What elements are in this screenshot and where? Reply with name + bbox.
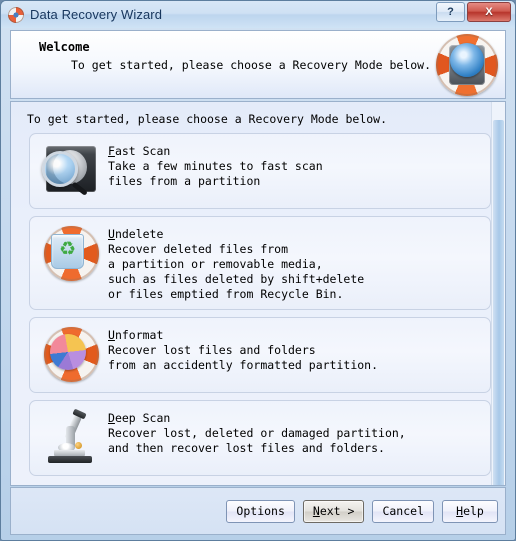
recovery-mode-desc-line: Recover lost files and folders xyxy=(108,343,316,357)
recovery-mode-desc-line: Recover deleted files from xyxy=(108,242,289,256)
accelerator-letter: H xyxy=(456,504,464,518)
life-ring-pie-chart-icon xyxy=(40,325,102,385)
microscope-icon xyxy=(40,408,102,468)
window-title: Data Recovery Wizard xyxy=(30,7,163,22)
recovery-mode-title: Fast Scan xyxy=(108,144,323,159)
help-button[interactable]: ? xyxy=(436,2,465,22)
window-controls: ? X xyxy=(436,2,511,22)
accelerator-letter: D xyxy=(108,411,115,425)
life-ring-recycle-bin-icon xyxy=(40,224,102,284)
recovery-mode-list: Fast Scan Take a few minutes to fast sca… xyxy=(29,133,491,481)
accelerator-letter: N xyxy=(312,504,320,518)
recovery-mode-deep-scan[interactable]: Deep Scan Recover lost, deleted or damag… xyxy=(29,400,491,476)
recovery-mode-desc-line: such as files deleted by shift+delete xyxy=(108,272,365,286)
footer-bar: Options Next > Cancel Help xyxy=(10,488,506,535)
help-footer-button[interactable]: Help xyxy=(442,499,498,523)
scrollbar-thumb[interactable] xyxy=(493,120,504,485)
recovery-mode-text: Undelete Recover deleted files from a pa… xyxy=(108,224,364,302)
hard-disk-magnifier-icon xyxy=(40,141,102,201)
content-panel: To get started, please choose a Recovery… xyxy=(10,101,506,486)
recovery-mode-desc-line: from an accidently formatted partition. xyxy=(108,358,379,372)
accelerator-letter: U xyxy=(108,227,115,241)
next-button-label: ext > xyxy=(319,504,355,518)
title-rest: ast Scan xyxy=(114,144,171,158)
cancel-button-label: Cancel xyxy=(382,504,424,518)
vertical-scrollbar[interactable] xyxy=(491,102,505,485)
recovery-mode-title: Deep Scan xyxy=(108,411,406,426)
close-button[interactable]: X xyxy=(467,2,511,22)
options-button-label: Options xyxy=(236,504,285,518)
recovery-mode-desc-line: or files emptied from Recycle Bin. xyxy=(108,287,344,301)
title-bar[interactable]: Data Recovery Wizard ? X xyxy=(1,1,515,28)
recovery-mode-title: Undelete xyxy=(108,227,364,242)
title-rest: eep Scan xyxy=(114,411,171,425)
recovery-mode-title: Unformat xyxy=(108,328,378,343)
intro-text: To get started, please choose a Recovery… xyxy=(27,112,388,126)
header-subtitle: To get started, please choose a Recovery… xyxy=(71,58,432,72)
cancel-button[interactable]: Cancel xyxy=(372,499,434,523)
recovery-mode-desc-line: Take a few minutes to fast scan xyxy=(108,159,323,173)
accelerator-letter: U xyxy=(108,328,115,342)
recovery-mode-desc-line: files from a partition xyxy=(108,174,261,188)
life-ring-hard-drive-icon xyxy=(436,34,498,96)
recovery-mode-text: Fast Scan Take a few minutes to fast sca… xyxy=(108,141,323,189)
recovery-mode-desc-line: Recover lost, deleted or damaged partiti… xyxy=(108,426,406,440)
recovery-mode-desc-line: a partition or removable media, xyxy=(108,257,323,271)
next-button[interactable]: Next > xyxy=(302,499,365,523)
header-panel: Welcome To get started, please choose a … xyxy=(10,30,506,99)
recovery-mode-text: Deep Scan Recover lost, deleted or damag… xyxy=(108,408,406,456)
help-footer-button-label: elp xyxy=(463,504,484,518)
application-window: Data Recovery Wizard ? X Welcome To get … xyxy=(0,0,516,541)
header-title: Welcome xyxy=(39,40,90,54)
recovery-mode-desc-line: and then recover lost files and folders. xyxy=(108,441,385,455)
app-life-ring-icon xyxy=(8,6,24,23)
recovery-mode-fast-scan[interactable]: Fast Scan Take a few minutes to fast sca… xyxy=(29,133,491,209)
title-rest: ndelete xyxy=(114,227,164,241)
title-rest: nformat xyxy=(114,328,164,342)
recovery-mode-unformat[interactable]: Unformat Recover lost files and folders … xyxy=(29,317,491,393)
accelerator-letter: F xyxy=(108,144,115,158)
options-button[interactable]: Options xyxy=(226,499,295,523)
recovery-mode-text: Unformat Recover lost files and folders … xyxy=(108,325,378,373)
recovery-mode-undelete[interactable]: Undelete Recover deleted files from a pa… xyxy=(29,216,491,310)
